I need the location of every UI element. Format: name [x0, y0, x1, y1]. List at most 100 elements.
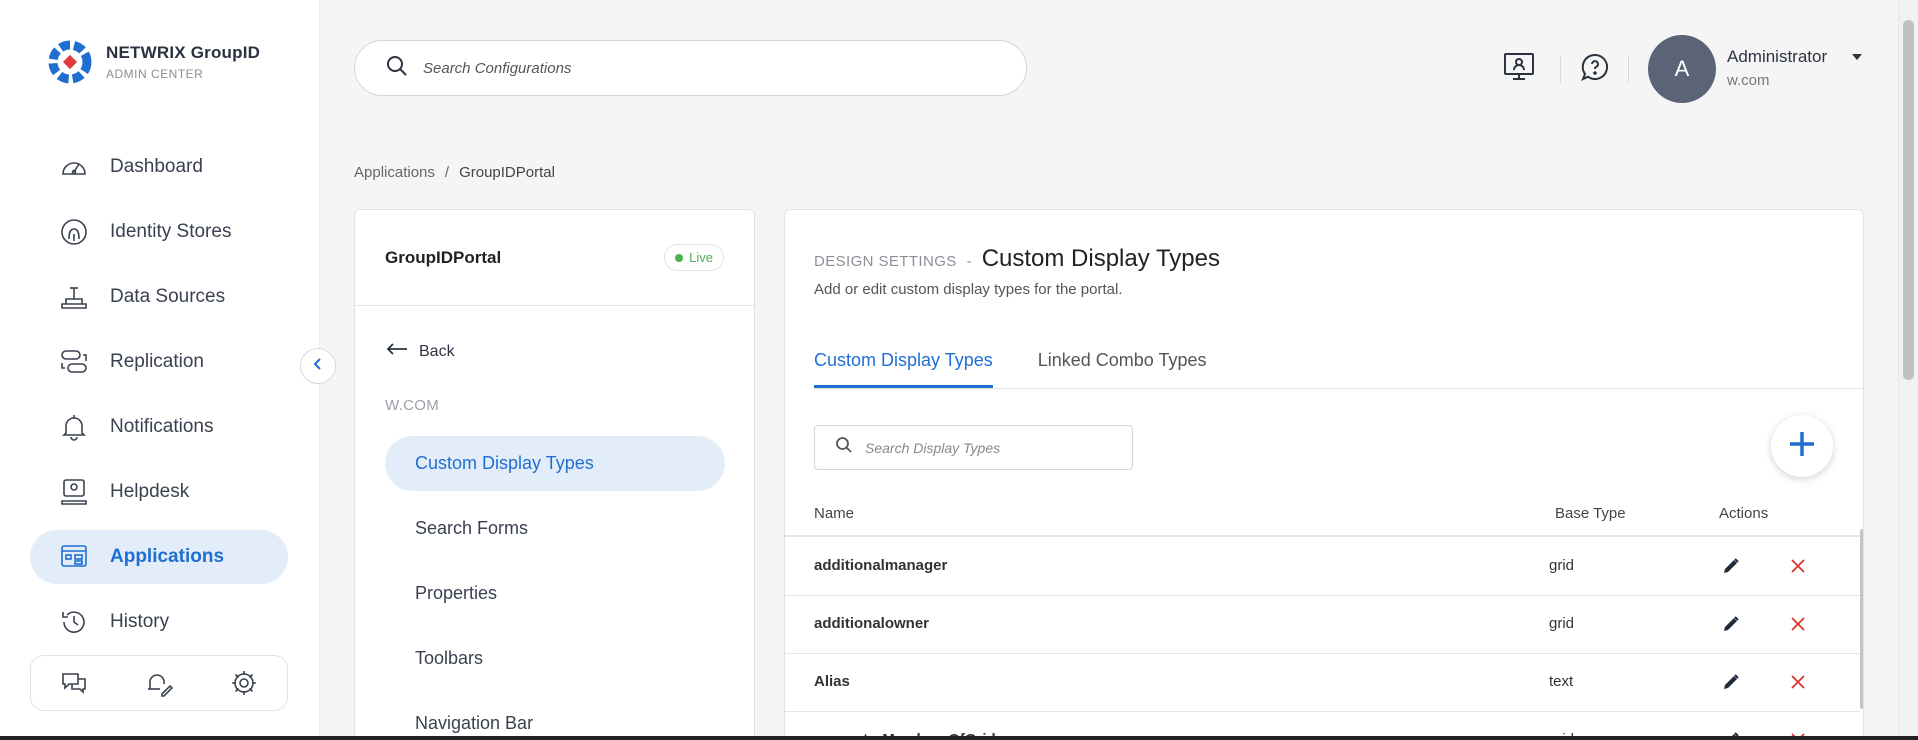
fingerprint-icon — [58, 216, 90, 248]
sidebar-item-data-sources[interactable]: Data Sources — [30, 270, 288, 324]
gear-icon[interactable] — [226, 665, 262, 701]
delete-close-icon[interactable] — [1784, 668, 1812, 696]
logo[interactable]: NETWRIX GroupID ADMIN CENTER — [46, 38, 260, 86]
display-type-name: additionalowner — [814, 615, 930, 632]
sidebar-item-label: Dashboard — [110, 156, 203, 177]
tab-bar: Custom Display Types Linked Combo Types — [814, 350, 1207, 388]
tab-linked-combo-types[interactable]: Linked Combo Types — [1038, 350, 1207, 388]
sidebar-item-label: Replication — [110, 351, 204, 372]
back-button[interactable]: Back — [385, 342, 455, 361]
help-icon[interactable] — [1575, 47, 1615, 87]
add-display-type-button[interactable] — [1771, 415, 1833, 477]
history-icon — [58, 606, 90, 638]
search-icon — [835, 436, 853, 459]
chevron-left-icon — [311, 357, 325, 376]
menu-item-toolbars[interactable]: Toolbars — [385, 631, 725, 686]
netwrix-logo-icon — [46, 38, 94, 86]
config-search-bar[interactable] — [354, 40, 1027, 96]
table-row[interactable]: additionalmanager grid — [785, 538, 1860, 596]
sidebar-item-dashboard[interactable]: Dashboard — [30, 140, 288, 194]
display-type-name: additionalmanager — [814, 557, 948, 574]
sidebar-collapse-button[interactable] — [300, 348, 336, 384]
plus-icon — [1787, 429, 1817, 464]
user-name[interactable]: Administrator — [1727, 47, 1827, 67]
bell-icon — [58, 411, 90, 443]
menu-item-properties[interactable]: Properties — [385, 566, 725, 621]
menu-item-search-forms[interactable]: Search Forms — [385, 501, 725, 556]
gauge-icon — [58, 151, 90, 183]
sidebar-item-label: Identity Stores — [110, 221, 232, 242]
domain-label: W.COM — [385, 397, 439, 414]
database-icon — [58, 281, 90, 313]
logo-subtitle: ADMIN CENTER — [106, 67, 204, 81]
table-header: Name Base Type Actions — [785, 495, 1863, 537]
tab-divider — [814, 388, 1863, 389]
sidebar-item-notifications[interactable]: Notifications — [30, 400, 288, 454]
table-scrollbar[interactable] — [1860, 529, 1863, 709]
status-label: Live — [689, 250, 713, 265]
application-header: GroupIDPortal Live — [355, 210, 754, 306]
sidebar-item-helpdesk[interactable]: Helpdesk — [30, 465, 288, 519]
breadcrumb-separator: / — [444, 164, 450, 181]
sidebar-item-label: Applications — [110, 546, 225, 567]
breadcrumb: Applications / GroupIDPortal — [354, 164, 555, 181]
arrow-left-icon — [385, 342, 409, 361]
search-icon — [385, 54, 409, 83]
edit-pencil-icon[interactable] — [1717, 610, 1745, 638]
header-divider — [1628, 55, 1629, 83]
edit-pencil-icon[interactable] — [1717, 668, 1745, 696]
bell-edit-icon[interactable] — [141, 665, 177, 701]
page-title: Custom Display Types — [981, 245, 1220, 272]
sidebar-item-identity-stores[interactable]: Identity Stores — [30, 205, 288, 259]
caret-down-icon — [1850, 50, 1864, 67]
column-header-actions: Actions — [1719, 505, 1769, 522]
chat-icon[interactable] — [56, 665, 92, 701]
status-badge: Live — [664, 244, 724, 271]
column-header-base-type[interactable]: Base Type — [1555, 505, 1626, 522]
sidebar-item-applications[interactable]: Applications — [30, 530, 288, 584]
sidebar: NETWRIX GroupID ADMIN CENTER Dashboard I… — [0, 0, 320, 740]
display-type-base: grid — [1549, 557, 1575, 574]
sidebar-nav: Dashboard Identity Stores Data Sources R… — [30, 140, 288, 660]
header-divider — [1560, 55, 1561, 83]
helpdesk-icon — [58, 476, 90, 508]
breadcrumb-applications[interactable]: Applications — [354, 164, 435, 181]
config-search-input[interactable] — [423, 59, 983, 77]
menu-item-custom-display-types[interactable]: Custom Display Types — [385, 436, 725, 491]
live-dot-icon — [675, 253, 684, 262]
applications-icon — [58, 541, 90, 573]
sidebar-item-label: History — [110, 611, 170, 632]
replication-icon — [58, 346, 90, 378]
delete-close-icon[interactable] — [1784, 610, 1812, 638]
sidebar-item-history[interactable]: History — [30, 595, 288, 649]
application-settings-panel: GroupIDPortal Live Back W.COM Custom Dis… — [354, 209, 755, 740]
window-scrollbar-thumb[interactable] — [1903, 20, 1914, 380]
menu-item-navigation-bar[interactable]: Navigation Bar — [385, 696, 725, 740]
sidebar-item-replication[interactable]: Replication — [30, 335, 288, 389]
display-types-search-bar[interactable] — [814, 425, 1133, 470]
sidebar-item-label: Notifications — [110, 416, 214, 437]
user-domain: w.com — [1727, 72, 1770, 89]
page-description: Add or edit custom display types for the… — [814, 281, 1123, 298]
sidebar-item-label: Helpdesk — [110, 481, 190, 502]
column-header-name[interactable]: Name — [814, 505, 854, 522]
tab-custom-display-types[interactable]: Custom Display Types — [814, 350, 993, 388]
logo-title: NETWRIX GroupID — [106, 43, 261, 62]
sidebar-utility-bar — [30, 655, 288, 711]
custom-display-types-panel: DESIGN SETTINGS - Custom Display Types A… — [784, 209, 1864, 740]
heading-separator: - — [966, 253, 972, 270]
delete-close-icon[interactable] — [1784, 552, 1812, 580]
section-label: DESIGN SETTINGS — [814, 253, 957, 270]
table-row[interactable]: additionalowner grid — [785, 596, 1860, 654]
avatar[interactable]: A — [1648, 35, 1716, 103]
settings-menu: Custom Display Types Search Forms Proper… — [385, 436, 725, 740]
display-type-base: text — [1549, 673, 1574, 690]
window-scrollbar[interactable] — [1898, 0, 1918, 740]
user-menu-dropdown[interactable] — [1850, 50, 1864, 68]
table-row[interactable]: Alias text — [785, 654, 1860, 712]
display-types-search-input[interactable] — [865, 439, 1125, 456]
display-type-name: Alias — [814, 673, 850, 690]
edit-pencil-icon[interactable] — [1717, 552, 1745, 580]
back-label: Back — [419, 342, 455, 360]
screen-user-icon[interactable] — [1499, 47, 1539, 87]
